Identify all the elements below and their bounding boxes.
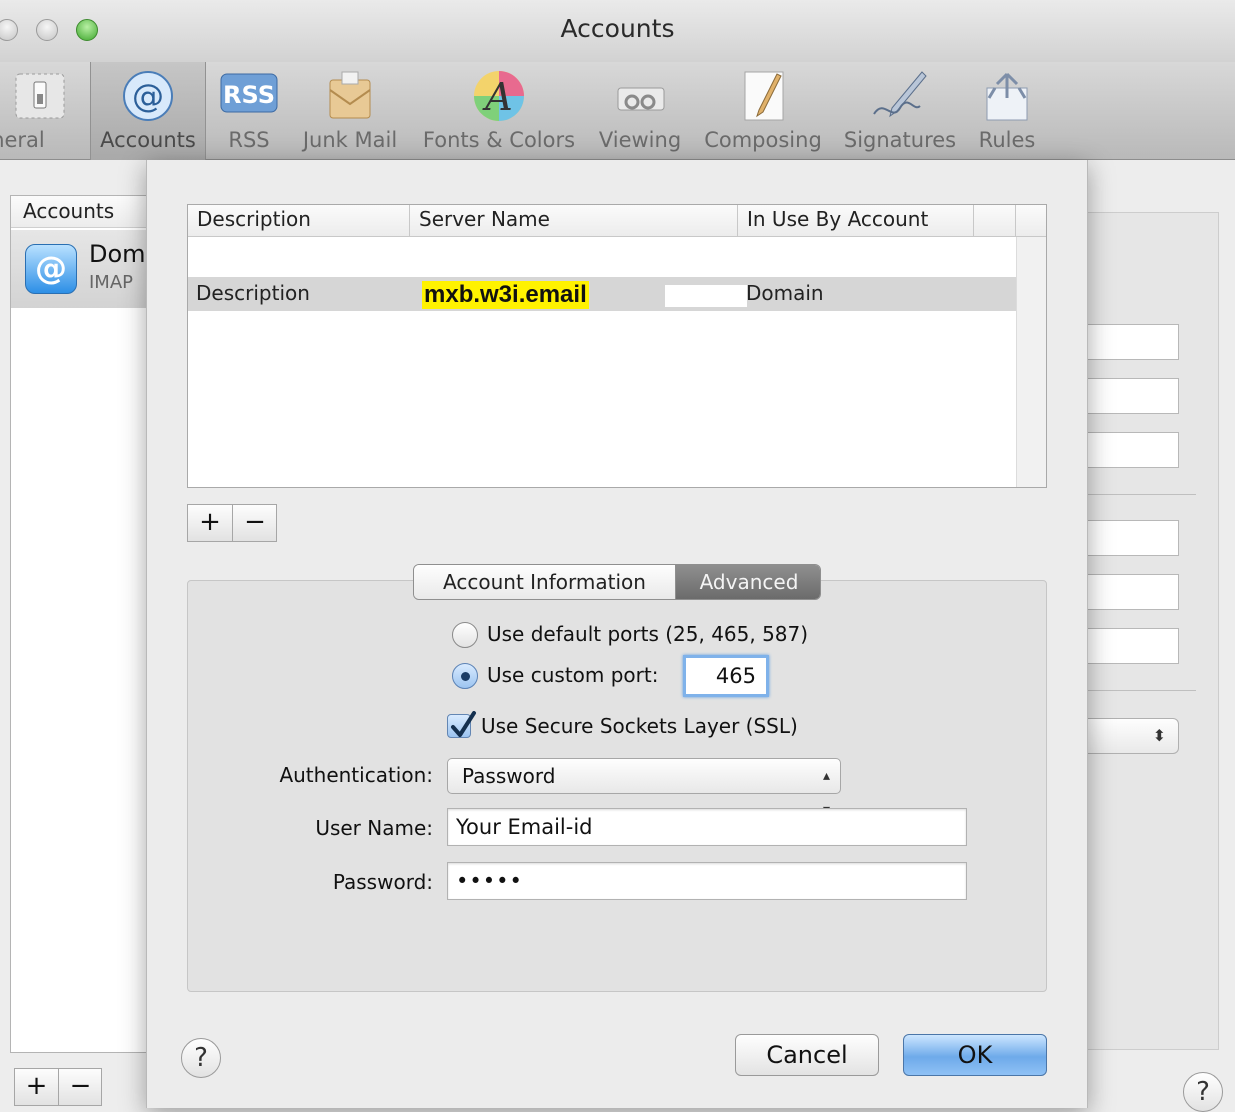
help-button[interactable]: ? [1183,1072,1223,1112]
account-add-remove-control: + − [14,1068,102,1106]
background-field [1085,324,1179,360]
password-field[interactable]: ••••• [447,862,967,900]
toolbar-item-rules[interactable]: Rules [970,62,1044,160]
add-account-button[interactable]: + [15,1069,58,1105]
background-field [1085,378,1179,414]
toolbar-label-composing: Composing [704,128,822,152]
divider [1085,690,1196,691]
toolbar-label-viewing: Viewing [598,128,682,152]
remove-server-button[interactable]: − [233,505,277,541]
background-field [1085,628,1179,664]
toolbar-item-viewing[interactable]: Viewing [592,62,688,160]
table-row[interactable]: Description mxb.w3i.email Domain [188,277,1016,311]
at-glyph: @ [132,77,164,115]
cell-in-use-by: Domain [746,281,824,305]
toolbar-label-rss: RSS [228,128,270,152]
ok-button[interactable]: OK [903,1034,1047,1076]
user-name-label: User Name: [315,816,433,840]
rss-badge-text: RSS [223,81,275,109]
smtp-server-sheet: Description Server Name In Use By Accoun… [146,160,1088,1108]
at-sign-icon: @ [25,244,77,294]
viewing-icon [617,87,665,111]
junk-mail-icon [329,71,371,119]
toolbar-item-composing[interactable]: Composing [698,62,828,160]
fonts-glyph: A [482,75,512,119]
toolbar-label-general: General [0,128,45,152]
toolbar-label-accounts: Accounts [100,128,196,152]
toolbar-item-fonts-colors[interactable]: A Fonts & Colors [416,62,582,160]
account-row[interactable]: @ Dom IMAP [11,230,149,308]
default-ports-label: Use default ports (25, 465, 587) [487,622,809,646]
rss-icon: RSS [220,73,278,113]
toolbar-item-signatures[interactable]: Signatures [838,62,962,160]
add-server-button[interactable]: + [188,505,232,541]
custom-port-radio[interactable] [452,663,478,689]
background-field [1085,520,1179,556]
redaction-block [665,285,747,307]
background-field [1085,574,1179,610]
toolbar-item-rss[interactable]: RSS RSS [208,62,290,160]
smtp-server-table: Description Server Name In Use By Accoun… [187,204,1047,488]
column-header-description[interactable]: Description [188,205,410,236]
fonts-colors-icon: A [474,71,524,121]
table-scrollbar[interactable] [1016,237,1046,487]
authentication-value: Password [462,764,556,788]
toolbar-item-junk-mail[interactable]: Junk Mail [296,62,404,160]
accounts-list: Accounts @ Dom IMAP [10,195,149,1053]
composing-icon [744,71,784,121]
radio-dot [461,672,470,681]
background-field [1085,432,1179,468]
server-add-remove-control: + − [187,504,277,542]
ssl-checkbox[interactable] [447,711,476,738]
password-label: Password: [332,870,433,894]
tab-bar: Account Information Advanced [413,564,821,600]
window-title: Accounts [560,14,675,43]
toolbar-item-accounts[interactable]: @ Accounts [90,62,206,160]
authentication-label: Authentication: [279,763,433,787]
remove-account-button[interactable]: − [59,1069,102,1105]
column-header-in-use-by[interactable]: In Use By Account [738,205,974,236]
cell-server-name: mxb.w3i.email [422,281,589,309]
toolbar-label-junk-mail: Junk Mail [302,128,398,152]
account-name: Dom [89,240,146,268]
switch-icon [15,73,65,119]
custom-port-input[interactable]: 465 [683,655,769,697]
accounts-list-header: Accounts [11,196,147,228]
title-bar: Accounts [0,0,1235,62]
default-ports-radio[interactable] [452,622,478,648]
column-header-empty [974,205,1016,236]
at-sign-icon: @ [123,71,173,121]
cell-description: Description [196,281,310,305]
user-name-field[interactable]: Your Email-id [447,808,967,846]
toolbar-label-signatures: Signatures [843,128,957,152]
account-icon-glyph: @ [35,249,67,287]
checkmark-icon [451,711,476,737]
table-header: Description Server Name In Use By Accoun… [188,205,1046,237]
background-popup: ⬍ [1085,718,1179,754]
help-button[interactable]: ? [181,1038,221,1078]
authentication-select[interactable]: Password ▴▾ [447,758,841,818]
account-type: IMAP [89,272,134,293]
toolbar-item-general[interactable]: General [0,62,86,160]
cancel-button[interactable]: Cancel [735,1034,879,1076]
rules-icon [986,72,1028,121]
signatures-icon [873,71,927,118]
column-header-server-name[interactable]: Server Name [410,205,738,236]
ssl-label: Use Secure Sockets Layer (SSL) [481,714,798,738]
tab-advanced[interactable]: Advanced [676,565,820,599]
custom-port-label: Use custom port: [487,663,659,687]
tab-account-information[interactable]: Account Information [414,565,676,599]
divider [1085,494,1196,495]
toolbar-label-rules: Rules [978,128,1036,152]
toolbar-label-fonts-colors: Fonts & Colors [422,128,576,152]
preferences-toolbar: General @ Accounts RSS RSS Junk Mail A [0,62,1235,160]
